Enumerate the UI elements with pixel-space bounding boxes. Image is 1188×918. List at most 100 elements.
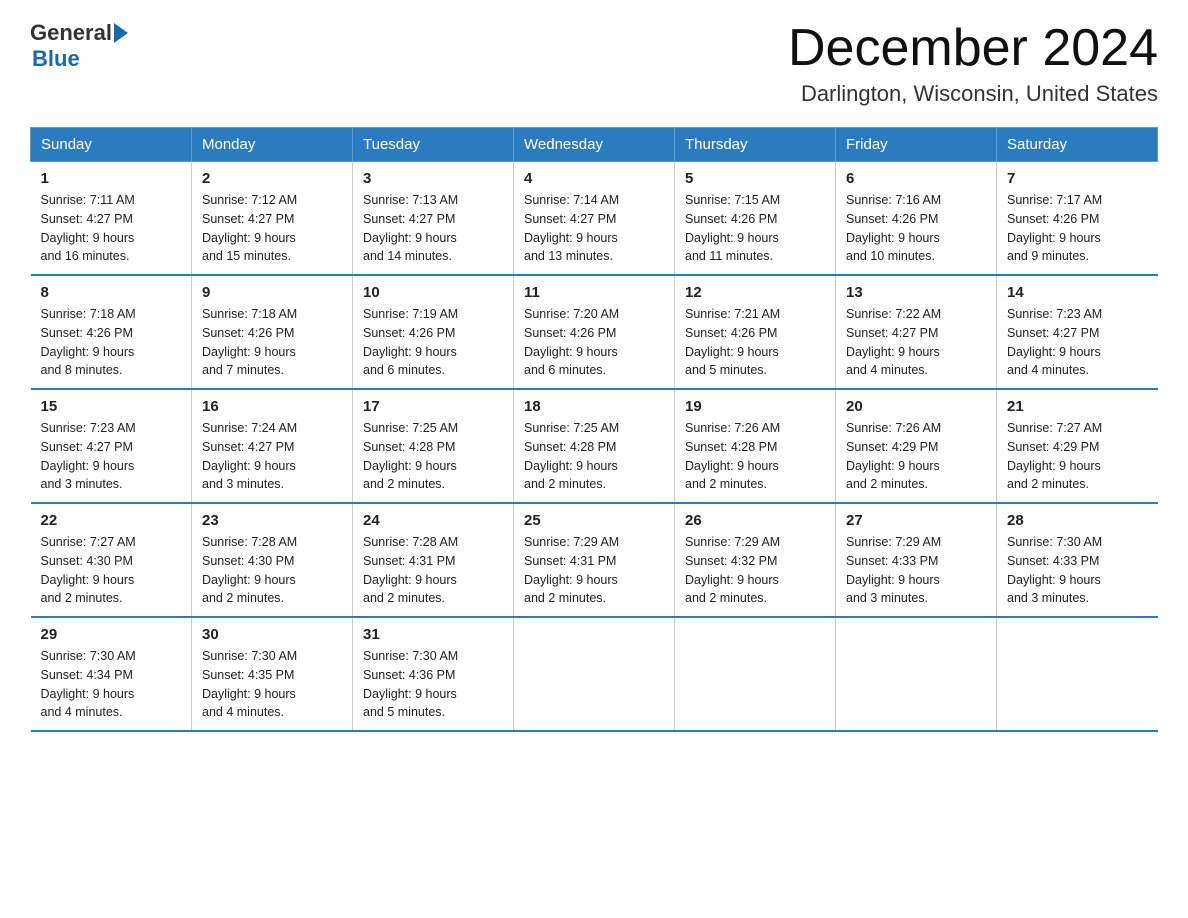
weekday-header-saturday: Saturday (997, 128, 1158, 162)
calendar-cell: 1Sunrise: 7:11 AMSunset: 4:27 PMDaylight… (31, 162, 192, 276)
day-info: Sunrise: 7:14 AMSunset: 4:27 PMDaylight:… (524, 191, 664, 266)
calendar-cell: 5 Sunrise: 7:15 AMSunset: 4:26 PMDaylight… (675, 162, 836, 276)
day-number: 19 (685, 398, 825, 415)
calendar-cell: 2 Sunrise: 7:12 AMSunset: 4:27 PMDaylight… (192, 162, 353, 276)
day-number: 10 (363, 284, 503, 301)
day-info: Sunrise: 7:20 AMSunset: 4:26 PMDaylight:… (524, 305, 664, 380)
day-number: 2 (202, 170, 342, 187)
day-number: 4 (524, 170, 664, 187)
day-info: Sunrise: 7:30 AMSunset: 4:33 PMDaylight:… (1007, 533, 1148, 608)
calendar-cell: 20 Sunrise: 7:26 AMSunset: 4:29 PMDayligh… (836, 389, 997, 503)
calendar-cell: 8 Sunrise: 7:18 AMSunset: 4:26 PMDaylight… (31, 275, 192, 389)
day-number: 15 (41, 398, 182, 415)
day-info: Sunrise: 7:18 AMSunset: 4:26 PMDaylight:… (41, 305, 182, 380)
day-info: Sunrise: 7:19 AMSunset: 4:26 PMDaylight:… (363, 305, 503, 380)
calendar-cell: 13Sunrise: 7:22 AMSunset: 4:27 PMDayligh… (836, 275, 997, 389)
day-number: 5 (685, 170, 825, 187)
logo-general-text: General (30, 20, 112, 46)
calendar-cell: 7 Sunrise: 7:17 AMSunset: 4:26 PMDaylight… (997, 162, 1158, 276)
calendar-cell: 23Sunrise: 7:28 AMSunset: 4:30 PMDayligh… (192, 503, 353, 617)
day-number: 31 (363, 626, 503, 643)
calendar-cell: 3Sunrise: 7:13 AMSunset: 4:27 PMDaylight… (353, 162, 514, 276)
page-header: General Blue December 2024 Darlington, W… (30, 20, 1158, 107)
calendar-cell: 10 Sunrise: 7:19 AMSunset: 4:26 PMDayligh… (353, 275, 514, 389)
weekday-header-thursday: Thursday (675, 128, 836, 162)
day-number: 29 (41, 626, 182, 643)
day-number: 9 (202, 284, 342, 301)
day-info: Sunrise: 7:17 AMSunset: 4:26 PMDaylight:… (1007, 191, 1148, 266)
calendar-cell: 26Sunrise: 7:29 AMSunset: 4:32 PMDayligh… (675, 503, 836, 617)
day-number: 30 (202, 626, 342, 643)
day-number: 11 (524, 284, 664, 301)
day-number: 20 (846, 398, 986, 415)
calendar-cell: 30Sunrise: 7:30 AMSunset: 4:35 PMDayligh… (192, 617, 353, 731)
day-number: 24 (363, 512, 503, 529)
day-info: Sunrise: 7:27 AMSunset: 4:29 PMDaylight:… (1007, 419, 1148, 494)
calendar-week-row: 15 Sunrise: 7:23 AMSunset: 4:27 PMDayligh… (31, 389, 1158, 503)
day-info: Sunrise: 7:29 AMSunset: 4:33 PMDaylight:… (846, 533, 986, 608)
day-info: Sunrise: 7:24 AMSunset: 4:27 PMDaylight:… (202, 419, 342, 494)
day-info: Sunrise: 7:18 AMSunset: 4:26 PMDaylight:… (202, 305, 342, 380)
calendar-cell: 15 Sunrise: 7:23 AMSunset: 4:27 PMDayligh… (31, 389, 192, 503)
day-info: Sunrise: 7:26 AMSunset: 4:29 PMDaylight:… (846, 419, 986, 494)
calendar-cell: 16 Sunrise: 7:24 AMSunset: 4:27 PMDayligh… (192, 389, 353, 503)
calendar-cell (997, 617, 1158, 731)
day-number: 16 (202, 398, 342, 415)
weekday-header-tuesday: Tuesday (353, 128, 514, 162)
day-info: Sunrise: 7:29 AMSunset: 4:31 PMDaylight:… (524, 533, 664, 608)
day-number: 27 (846, 512, 986, 529)
day-number: 12 (685, 284, 825, 301)
calendar-cell: 27 Sunrise: 7:29 AMSunset: 4:33 PMDayligh… (836, 503, 997, 617)
calendar-cell: 12 Sunrise: 7:21 AMSunset: 4:26 PMDayligh… (675, 275, 836, 389)
day-number: 8 (41, 284, 182, 301)
day-info: Sunrise: 7:26 AMSunset: 4:28 PMDaylight:… (685, 419, 825, 494)
calendar-cell: 25 Sunrise: 7:29 AMSunset: 4:31 PMDayligh… (514, 503, 675, 617)
calendar-cell (675, 617, 836, 731)
day-info: Sunrise: 7:29 AMSunset: 4:32 PMDaylight:… (685, 533, 825, 608)
day-info: Sunrise: 7:25 AMSunset: 4:28 PMDaylight:… (524, 419, 664, 494)
day-number: 18 (524, 398, 664, 415)
calendar-subtitle: Darlington, Wisconsin, United States (788, 81, 1158, 107)
calendar-week-row: 22Sunrise: 7:27 AMSunset: 4:30 PMDayligh… (31, 503, 1158, 617)
calendar-cell: 31 Sunrise: 7:30 AMSunset: 4:36 PMDayligh… (353, 617, 514, 731)
day-info: Sunrise: 7:15 AMSunset: 4:26 PMDaylight:… (685, 191, 825, 266)
day-number: 28 (1007, 512, 1148, 529)
day-number: 1 (41, 170, 182, 187)
day-info: Sunrise: 7:23 AMSunset: 4:27 PMDaylight:… (41, 419, 182, 494)
day-info: Sunrise: 7:22 AMSunset: 4:27 PMDaylight:… (846, 305, 986, 380)
weekday-header-sunday: Sunday (31, 128, 192, 162)
day-number: 21 (1007, 398, 1148, 415)
day-info: Sunrise: 7:16 AMSunset: 4:26 PMDaylight:… (846, 191, 986, 266)
day-number: 25 (524, 512, 664, 529)
calendar-cell (514, 617, 675, 731)
calendar-header-row: SundayMondayTuesdayWednesdayThursdayFrid… (31, 128, 1158, 162)
calendar-week-row: 1Sunrise: 7:11 AMSunset: 4:27 PMDaylight… (31, 162, 1158, 276)
logo: General Blue (30, 20, 130, 72)
day-info: Sunrise: 7:28 AMSunset: 4:31 PMDaylight:… (363, 533, 503, 608)
day-number: 3 (363, 170, 503, 187)
day-info: Sunrise: 7:12 AMSunset: 4:27 PMDaylight:… (202, 191, 342, 266)
calendar-cell: 6 Sunrise: 7:16 AMSunset: 4:26 PMDaylight… (836, 162, 997, 276)
day-number: 17 (363, 398, 503, 415)
calendar-cell: 17Sunrise: 7:25 AMSunset: 4:28 PMDayligh… (353, 389, 514, 503)
calendar-cell: 28 Sunrise: 7:30 AMSunset: 4:33 PMDayligh… (997, 503, 1158, 617)
calendar-cell: 21 Sunrise: 7:27 AMSunset: 4:29 PMDayligh… (997, 389, 1158, 503)
calendar-week-row: 29 Sunrise: 7:30 AMSunset: 4:34 PMDayligh… (31, 617, 1158, 731)
day-number: 23 (202, 512, 342, 529)
day-number: 7 (1007, 170, 1148, 187)
calendar-cell: 14Sunrise: 7:23 AMSunset: 4:27 PMDayligh… (997, 275, 1158, 389)
calendar-cell: 9 Sunrise: 7:18 AMSunset: 4:26 PMDaylight… (192, 275, 353, 389)
day-number: 14 (1007, 284, 1148, 301)
weekday-header-monday: Monday (192, 128, 353, 162)
calendar-cell: 4 Sunrise: 7:14 AMSunset: 4:27 PMDaylight… (514, 162, 675, 276)
day-info: Sunrise: 7:27 AMSunset: 4:30 PMDaylight:… (41, 533, 182, 608)
day-number: 6 (846, 170, 986, 187)
calendar-cell: 29 Sunrise: 7:30 AMSunset: 4:34 PMDayligh… (31, 617, 192, 731)
calendar-cell: 19 Sunrise: 7:26 AMSunset: 4:28 PMDayligh… (675, 389, 836, 503)
calendar-title: December 2024 (788, 20, 1158, 77)
day-info: Sunrise: 7:30 AMSunset: 4:34 PMDaylight:… (41, 647, 182, 722)
day-info: Sunrise: 7:21 AMSunset: 4:26 PMDaylight:… (685, 305, 825, 380)
logo-triangle-icon (114, 23, 128, 43)
day-info: Sunrise: 7:30 AMSunset: 4:36 PMDaylight:… (363, 647, 503, 722)
calendar-cell: 24 Sunrise: 7:28 AMSunset: 4:31 PMDayligh… (353, 503, 514, 617)
